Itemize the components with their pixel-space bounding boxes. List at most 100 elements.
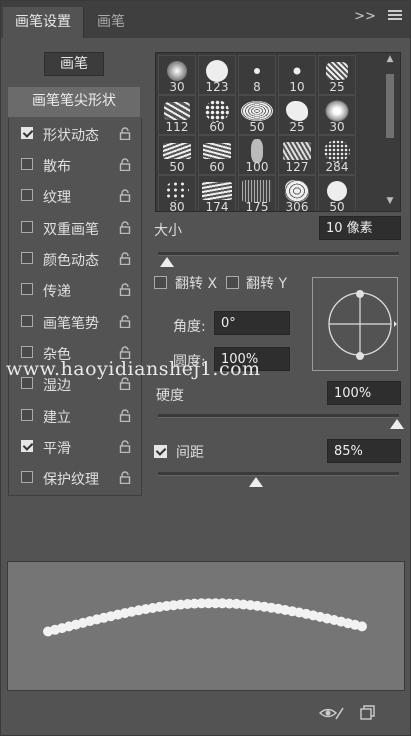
brush-tip-cell[interactable]: 127 (278, 135, 316, 175)
brush-size-label: 60 (209, 160, 225, 174)
lock-icon[interactable] (119, 252, 131, 265)
size-slider[interactable] (158, 252, 399, 256)
tab-brushes[interactable]: 画笔 (97, 7, 125, 38)
collapse-panel-button[interactable]: >> (354, 9, 376, 24)
splatter-brush-icon (254, 68, 260, 74)
brush-tip-cell[interactable]: 30 (158, 55, 196, 95)
tab-brush-settings[interactable]: 画笔设置 (3, 7, 84, 38)
transfer-checkbox[interactable] (21, 283, 33, 295)
option-color-dynamics[interactable]: 颜色动态 (9, 245, 141, 273)
scatter-brush-icon (165, 181, 189, 201)
brush-tip-cell[interactable]: 25 (278, 95, 316, 135)
brush-size-label: 30 (329, 120, 345, 134)
lock-icon[interactable] (119, 127, 131, 140)
size-slider-handle[interactable] (160, 257, 174, 267)
noise-checkbox[interactable] (21, 346, 33, 358)
brush-tip-cell[interactable]: 25 (318, 55, 356, 95)
brush-tip-cell[interactable]: 174 (198, 175, 236, 211)
brush-size-label: 25 (289, 120, 305, 134)
option-smoothing[interactable]: 平滑 (9, 433, 141, 461)
option-label: 散布 (43, 159, 71, 175)
brush-tip-shape-button[interactable]: 画笔笔尖形状 (8, 87, 140, 117)
scroll-down-icon[interactable]: ▼ (384, 196, 396, 206)
spacing-checkbox[interactable] (154, 445, 167, 458)
shape-dynamics-checkbox[interactable] (21, 127, 33, 139)
brush-size-label: 50 (169, 160, 185, 174)
lock-icon[interactable] (119, 283, 131, 296)
flip-x-checkbox[interactable] (154, 276, 167, 289)
lock-icon[interactable] (119, 315, 131, 328)
flip-y-checkbox[interactable] (226, 276, 239, 289)
protect-texture-checkbox[interactable] (21, 471, 33, 483)
option-label: 建立 (43, 410, 71, 426)
brush-tip-cell[interactable]: 80 (158, 175, 196, 212)
eye-brush-icon[interactable] (318, 705, 345, 725)
size-input[interactable]: 10 像素 (319, 216, 401, 240)
lock-icon[interactable] (119, 189, 131, 202)
spacing-input[interactable]: 85% (327, 439, 401, 463)
option-shape-dynamics[interactable]: 形状动态 (9, 120, 141, 148)
brush-size-label: 175 (245, 200, 269, 212)
brush-options-list: 形状动态 散布 纹理 双重画笔 颜色动态 传递 画笔笔势 杂色 湿边 建立 平滑… (8, 118, 142, 496)
round-brush-icon (327, 181, 347, 201)
option-protect-texture[interactable]: 保护纹理 (9, 464, 141, 492)
lock-icon[interactable] (119, 440, 131, 453)
hardness-slider[interactable] (158, 414, 399, 418)
small-round-brush-icon (293, 67, 301, 75)
spacing-slider[interactable] (158, 472, 399, 476)
option-transfer[interactable]: 传递 (9, 276, 141, 304)
brush-tip-cell[interactable]: 30 (318, 95, 356, 135)
brush-size-label: 80 (169, 200, 185, 212)
hardness-slider-handle[interactable] (390, 419, 404, 429)
panel-footer (1, 697, 410, 734)
brush-tip-cell[interactable]: 60 (198, 135, 236, 175)
brush-tip-cell[interactable]: 50 (158, 135, 196, 175)
brush-tip-cell[interactable]: 50 (238, 95, 276, 135)
oval-texture-brush-icon (241, 101, 273, 121)
brush-grid-scrollbar[interactable]: ▲ ▼ (384, 54, 396, 206)
lock-icon[interactable] (119, 409, 131, 422)
option-scattering[interactable]: 散布 (9, 151, 141, 179)
option-build-up[interactable]: 建立 (9, 402, 141, 430)
option-dual-brush[interactable]: 双重画笔 (9, 214, 141, 242)
texture-checkbox[interactable] (21, 189, 33, 201)
brush-presets-button[interactable]: 画笔 (44, 52, 104, 76)
option-label: 保护纹理 (43, 472, 99, 488)
brush-size-label: 60 (209, 120, 225, 134)
hardness-input[interactable]: 100% (327, 381, 401, 405)
brush-tip-cell[interactable]: 123 (198, 55, 236, 95)
brush-size-label: 50 (329, 200, 345, 212)
brush-tip-cell[interactable]: 50 (318, 175, 356, 212)
brush-pose-checkbox[interactable] (21, 315, 33, 327)
rough-brush-icon (283, 142, 311, 160)
stroke-dab (357, 621, 367, 632)
color-dynamics-checkbox[interactable] (21, 252, 33, 264)
hamburger-menu-icon[interactable] (388, 9, 402, 24)
dual-brush-checkbox[interactable] (21, 221, 33, 233)
brush-tip-cell[interactable]: 112 (158, 95, 196, 135)
angle-input[interactable]: 0° (214, 311, 290, 335)
brush-tip-cell[interactable]: 60 (198, 95, 236, 135)
scrollbar-thumb[interactable] (386, 74, 394, 138)
new-brush-icon[interactable] (359, 705, 375, 725)
build-up-checkbox[interactable] (21, 409, 33, 421)
option-label: 形状动态 (43, 128, 99, 144)
angle-roundness-widget[interactable] (312, 277, 398, 371)
lock-icon[interactable] (119, 471, 131, 484)
option-brush-pose[interactable]: 画笔笔势 (9, 308, 141, 336)
scattering-checkbox[interactable] (21, 158, 33, 170)
scroll-up-icon[interactable]: ▲ (384, 54, 396, 64)
spacing-slider-handle[interactable] (249, 477, 263, 487)
lock-icon[interactable] (119, 158, 131, 171)
brush-tip-cell[interactable]: 8 (238, 55, 276, 95)
brush-tip-cell[interactable]: 175 (238, 175, 276, 212)
brush-tip-cell[interactable]: 306 (278, 175, 316, 211)
lock-icon[interactable] (119, 221, 131, 234)
brush-tip-cell[interactable]: 284 (318, 135, 356, 175)
option-texture[interactable]: 纹理 (9, 182, 141, 210)
brush-tip-cell[interactable]: 10 (278, 55, 316, 95)
smoothing-checkbox[interactable] (21, 440, 33, 452)
soft-round-brush-icon (167, 61, 187, 81)
brush-size-label: 8 (253, 80, 261, 94)
brush-tip-cell[interactable]: 100 (238, 135, 276, 175)
